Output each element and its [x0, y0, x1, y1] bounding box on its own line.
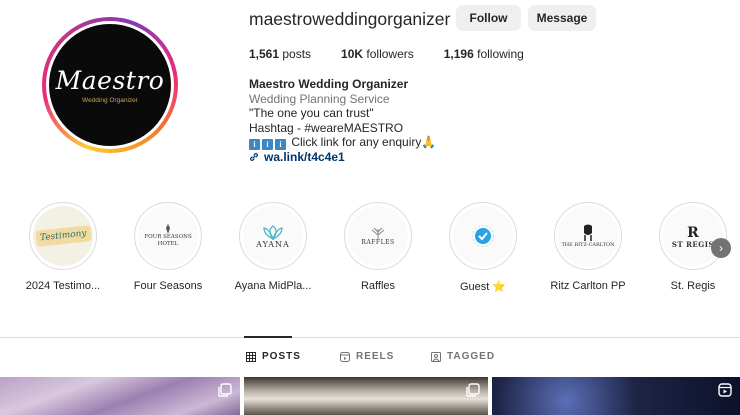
- st-regis-logo-icon: R ST REGIS: [663, 206, 723, 266]
- chevron-right-icon: ›: [719, 241, 723, 255]
- logo-text: Maestro: [55, 66, 165, 95]
- highlight-label: St. Regis: [670, 280, 716, 292]
- bio-link[interactable]: wa.link/t4c4e1: [249, 150, 436, 165]
- tabs-divider: [0, 337, 740, 338]
- folded-hands-icon: 🙏: [421, 135, 437, 149]
- highlight-label: Raffles: [360, 280, 396, 292]
- highlight-item[interactable]: Testimony 2024 Testimo...: [13, 202, 113, 292]
- active-tab-indicator: [244, 336, 292, 338]
- follow-button[interactable]: Follow: [456, 5, 521, 31]
- tab-posts[interactable]: POSTS: [246, 351, 301, 362]
- bio-category: Wedding Planning Service: [249, 91, 390, 106]
- bio-line-1: "The one you can trust": [249, 106, 374, 120]
- grid-icon: [246, 351, 256, 362]
- message-button[interactable]: Message: [528, 5, 596, 31]
- carousel-icon: [466, 383, 480, 397]
- profile-stats: 1,561 posts 10K followers 1,196 followin…: [249, 47, 554, 61]
- highlight-label: Four Seasons: [133, 280, 203, 292]
- bio-name: Maestro Wedding Organizer: [249, 77, 409, 91]
- highlight-item[interactable]: RAFFLES Raffles: [328, 202, 428, 292]
- posts-count: 1,561 posts: [249, 47, 312, 61]
- highlight-item[interactable]: FOUR SEASONS HOTEL Four Seasons: [118, 202, 218, 292]
- ritz-carlton-logo-icon: THE RITZ-CARLTON: [558, 206, 618, 266]
- bio-line-2: Hashtag - #weareMAESTRO: [249, 120, 404, 135]
- post-thumbnail[interactable]: [492, 377, 740, 415]
- tab-tagged[interactable]: TAGGED: [431, 351, 495, 362]
- post-thumbnail[interactable]: [0, 377, 240, 415]
- testimony-badge-icon: Testimony: [33, 206, 93, 266]
- highlight-label: Ayana MidPla...: [234, 280, 312, 292]
- highlight-item[interactable]: AYANA Ayana MidPla...: [223, 202, 323, 292]
- info-emoji-icon: i: [249, 139, 260, 150]
- raffles-logo-icon: RAFFLES: [348, 206, 408, 266]
- four-seasons-logo-icon: FOUR SEASONS HOTEL: [138, 206, 198, 266]
- ayana-logo-icon: AYANA: [243, 206, 303, 266]
- link-icon: [250, 153, 258, 162]
- bio-line-3: iii Click link for any enquiry🙏: [249, 135, 436, 150]
- info-emoji-icon: i: [262, 139, 273, 150]
- logo-subtitle: Wedding Organizer: [82, 97, 138, 104]
- followers-count[interactable]: 10K followers: [341, 47, 414, 61]
- profile-avatar[interactable]: Maestro Wedding Organizer: [42, 17, 178, 153]
- verified-badge-icon: [453, 206, 513, 266]
- info-emoji-icon: i: [275, 139, 286, 150]
- tagged-icon: [431, 351, 441, 362]
- highlight-label: Guest ⭐: [459, 281, 507, 293]
- post-thumbnail[interactable]: [244, 377, 488, 415]
- profile-bio: Maestro Wedding Organizer Wedding Planni…: [249, 77, 436, 165]
- carousel-icon: [218, 383, 232, 397]
- reels-icon: [340, 351, 350, 362]
- highlight-item[interactable]: Guest ⭐: [433, 202, 533, 293]
- tab-reels[interactable]: REELS: [340, 351, 394, 362]
- highlights-next-button[interactable]: ›: [711, 238, 731, 258]
- highlight-label: Ritz Carlton PP: [550, 280, 626, 292]
- profile-username: maestroweddingorganizer: [249, 9, 451, 29]
- reel-badge-icon: [718, 383, 732, 397]
- highlight-item[interactable]: THE RITZ-CARLTON Ritz Carlton PP: [538, 202, 638, 292]
- highlight-label: 2024 Testimo...: [25, 280, 101, 292]
- story-highlights: Testimony 2024 Testimo... FOUR SEASONS H…: [0, 202, 740, 302]
- following-count[interactable]: 1,196 following: [444, 47, 524, 61]
